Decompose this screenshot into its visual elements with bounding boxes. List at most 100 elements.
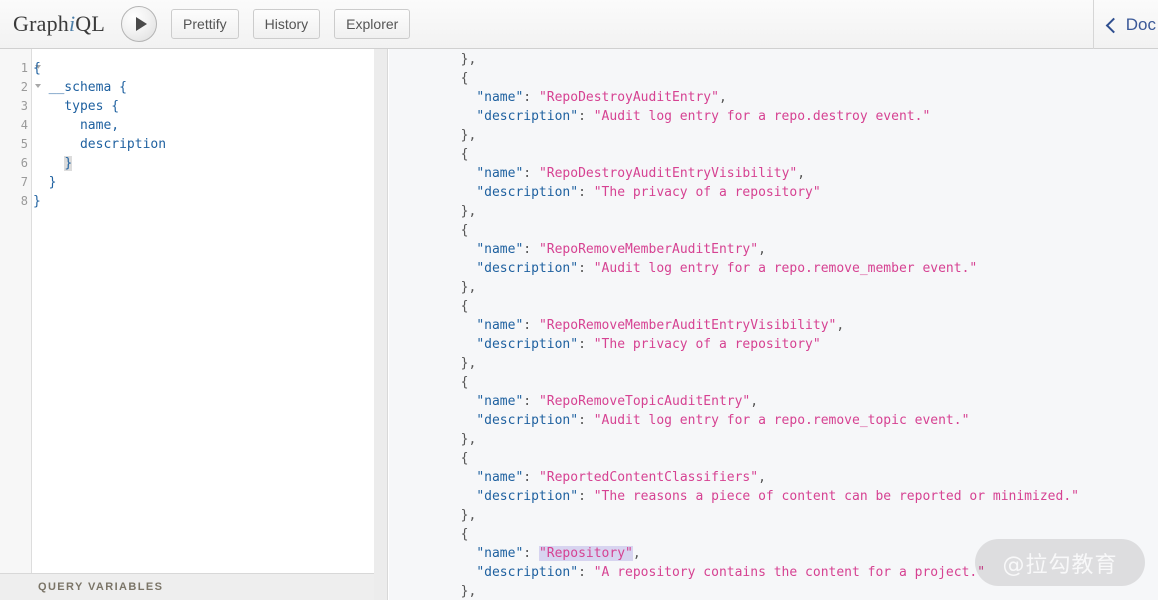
gutter-line-number: 8	[20, 194, 28, 208]
json-punctuation	[445, 546, 476, 561]
json-key: "name"	[476, 318, 524, 333]
result-line: "description": "Audit log entry for a re…	[389, 259, 1158, 278]
gutter-line-number: 1	[0, 59, 41, 78]
json-punctuation	[445, 337, 476, 352]
result-line: "name": "ReportedContentClassifiers",	[389, 468, 1158, 487]
json-punctuation: :	[578, 109, 594, 124]
json-string-value: "A repository contains the content for a…	[593, 565, 986, 580]
result-line: {	[389, 373, 1158, 392]
json-punctuation: {	[445, 147, 469, 162]
json-string-value: "Audit log entry for a repo.remove_topic…	[593, 413, 970, 428]
gutter-line-number: 7	[20, 175, 28, 189]
json-punctuation	[445, 261, 476, 276]
json-punctuation: },	[445, 508, 477, 523]
logo-text-post: QL	[75, 11, 106, 36]
json-punctuation: ,	[836, 318, 845, 333]
json-punctuation	[445, 565, 476, 580]
query-line: description	[33, 137, 167, 152]
query-line: {	[33, 61, 41, 76]
query-editor-pane[interactable]: 12 3 4 5 6 7 8 { __schema { types { name, desc…	[0, 49, 374, 573]
query-line: types {	[33, 99, 120, 114]
query-variables-toggle[interactable]: QUERY VARIABLES	[0, 573, 374, 600]
json-string-value: "RepoRemoveMemberAuditEntry"	[538, 242, 759, 257]
result-line: "name": "RepoRemoveTopicAuditEntry",	[389, 392, 1158, 411]
query-line: }	[33, 194, 41, 209]
result-line: },	[389, 126, 1158, 145]
json-string-value: "The privacy of a repository"	[593, 185, 821, 200]
query-editor-code[interactable]: { __schema { types { name, description }…	[33, 49, 374, 573]
query-line: __schema {	[33, 80, 127, 95]
result-line: "description": "Audit log entry for a re…	[389, 107, 1158, 126]
json-punctuation: :	[523, 470, 539, 485]
json-key: "name"	[476, 242, 524, 257]
docs-button[interactable]: Doc	[1105, 14, 1158, 35]
json-punctuation: },	[445, 432, 477, 447]
json-string-value: "ReportedContentClassifiers"	[538, 470, 759, 485]
json-key: "description"	[476, 413, 579, 428]
result-line: },	[389, 430, 1158, 449]
explorer-button[interactable]: Explorer	[334, 9, 411, 39]
toolbar-right-section: Doc	[1092, 0, 1158, 49]
json-string-value: "Audit log entry for a repo.destroy even…	[593, 109, 931, 124]
json-punctuation	[445, 489, 476, 504]
json-punctuation	[445, 166, 476, 181]
json-key: "description"	[476, 565, 579, 580]
json-punctuation: :	[578, 261, 594, 276]
history-button[interactable]: History	[252, 9, 321, 39]
result-line: "name": "RepoRemoveMemberAuditEntry",	[389, 240, 1158, 259]
result-line: "description": "The privacy of a reposit…	[389, 183, 1158, 202]
result-line: "description": "Audit log entry for a re…	[389, 411, 1158, 430]
json-string-value: "The privacy of a repository"	[593, 337, 821, 352]
json-punctuation: },	[445, 128, 477, 143]
json-punctuation	[445, 394, 476, 409]
json-key: "name"	[476, 90, 524, 105]
json-punctuation: {	[445, 451, 469, 466]
json-punctuation	[445, 242, 476, 257]
json-string-value: "RepoDestroyAuditEntry"	[538, 90, 719, 105]
result-line: {	[389, 297, 1158, 316]
execute-query-button[interactable]	[121, 6, 158, 42]
result-line: },	[389, 354, 1158, 373]
json-punctuation: {	[445, 299, 469, 314]
docs-button-label: Doc	[1125, 14, 1156, 34]
json-punctuation: ,	[718, 90, 727, 105]
json-key: "description"	[476, 489, 579, 504]
play-icon	[135, 17, 147, 31]
chevron-left-icon	[1105, 17, 1122, 33]
json-punctuation: :	[523, 394, 539, 409]
gutter-line-number: 3	[20, 99, 28, 113]
result-json: }, { "name": "RepoDestroyAuditEntry", "d…	[389, 49, 1158, 600]
gutter-line-number: 6	[20, 156, 28, 170]
result-line: },	[389, 50, 1158, 69]
query-line: }	[33, 154, 374, 173]
json-punctuation: :	[523, 546, 539, 561]
result-viewer-pane[interactable]: }, { "name": "RepoDestroyAuditEntry", "d…	[389, 49, 1158, 600]
graphiql-logo: GraphiQL	[13, 11, 105, 37]
json-punctuation: {	[445, 71, 469, 86]
query-line: name,	[33, 118, 120, 133]
json-punctuation: :	[578, 489, 594, 504]
result-line: },	[389, 202, 1158, 221]
json-punctuation: :	[578, 565, 594, 580]
result-line: {	[389, 145, 1158, 164]
json-punctuation: :	[523, 90, 539, 105]
json-key: "description"	[476, 185, 579, 200]
prettify-button[interactable]: Prettify	[171, 9, 239, 39]
json-punctuation: :	[523, 166, 539, 181]
result-line: "description": "The reasons a piece of c…	[389, 487, 1158, 506]
json-punctuation: {	[445, 527, 469, 542]
json-punctuation: },	[445, 280, 477, 295]
json-punctuation: ,	[632, 546, 641, 561]
json-key: "name"	[476, 546, 524, 561]
graphiql-app: GraphiQL Prettify History Explorer Doc 1…	[0, 0, 1158, 600]
result-line: "name": "RepoDestroyAuditEntryVisibility…	[389, 164, 1158, 183]
json-string-value: "The reasons a piece of content can be r…	[593, 489, 1079, 504]
json-punctuation: :	[578, 413, 594, 428]
result-line: },	[389, 582, 1158, 600]
result-line: "description": "A repository contains th…	[389, 563, 1158, 582]
json-punctuation: ,	[797, 166, 806, 181]
pane-resize-handle[interactable]	[374, 49, 388, 600]
result-line: {	[389, 449, 1158, 468]
json-string-value: "RepoRemoveTopicAuditEntry"	[538, 394, 751, 409]
selected-token: "Repository"	[538, 546, 633, 561]
